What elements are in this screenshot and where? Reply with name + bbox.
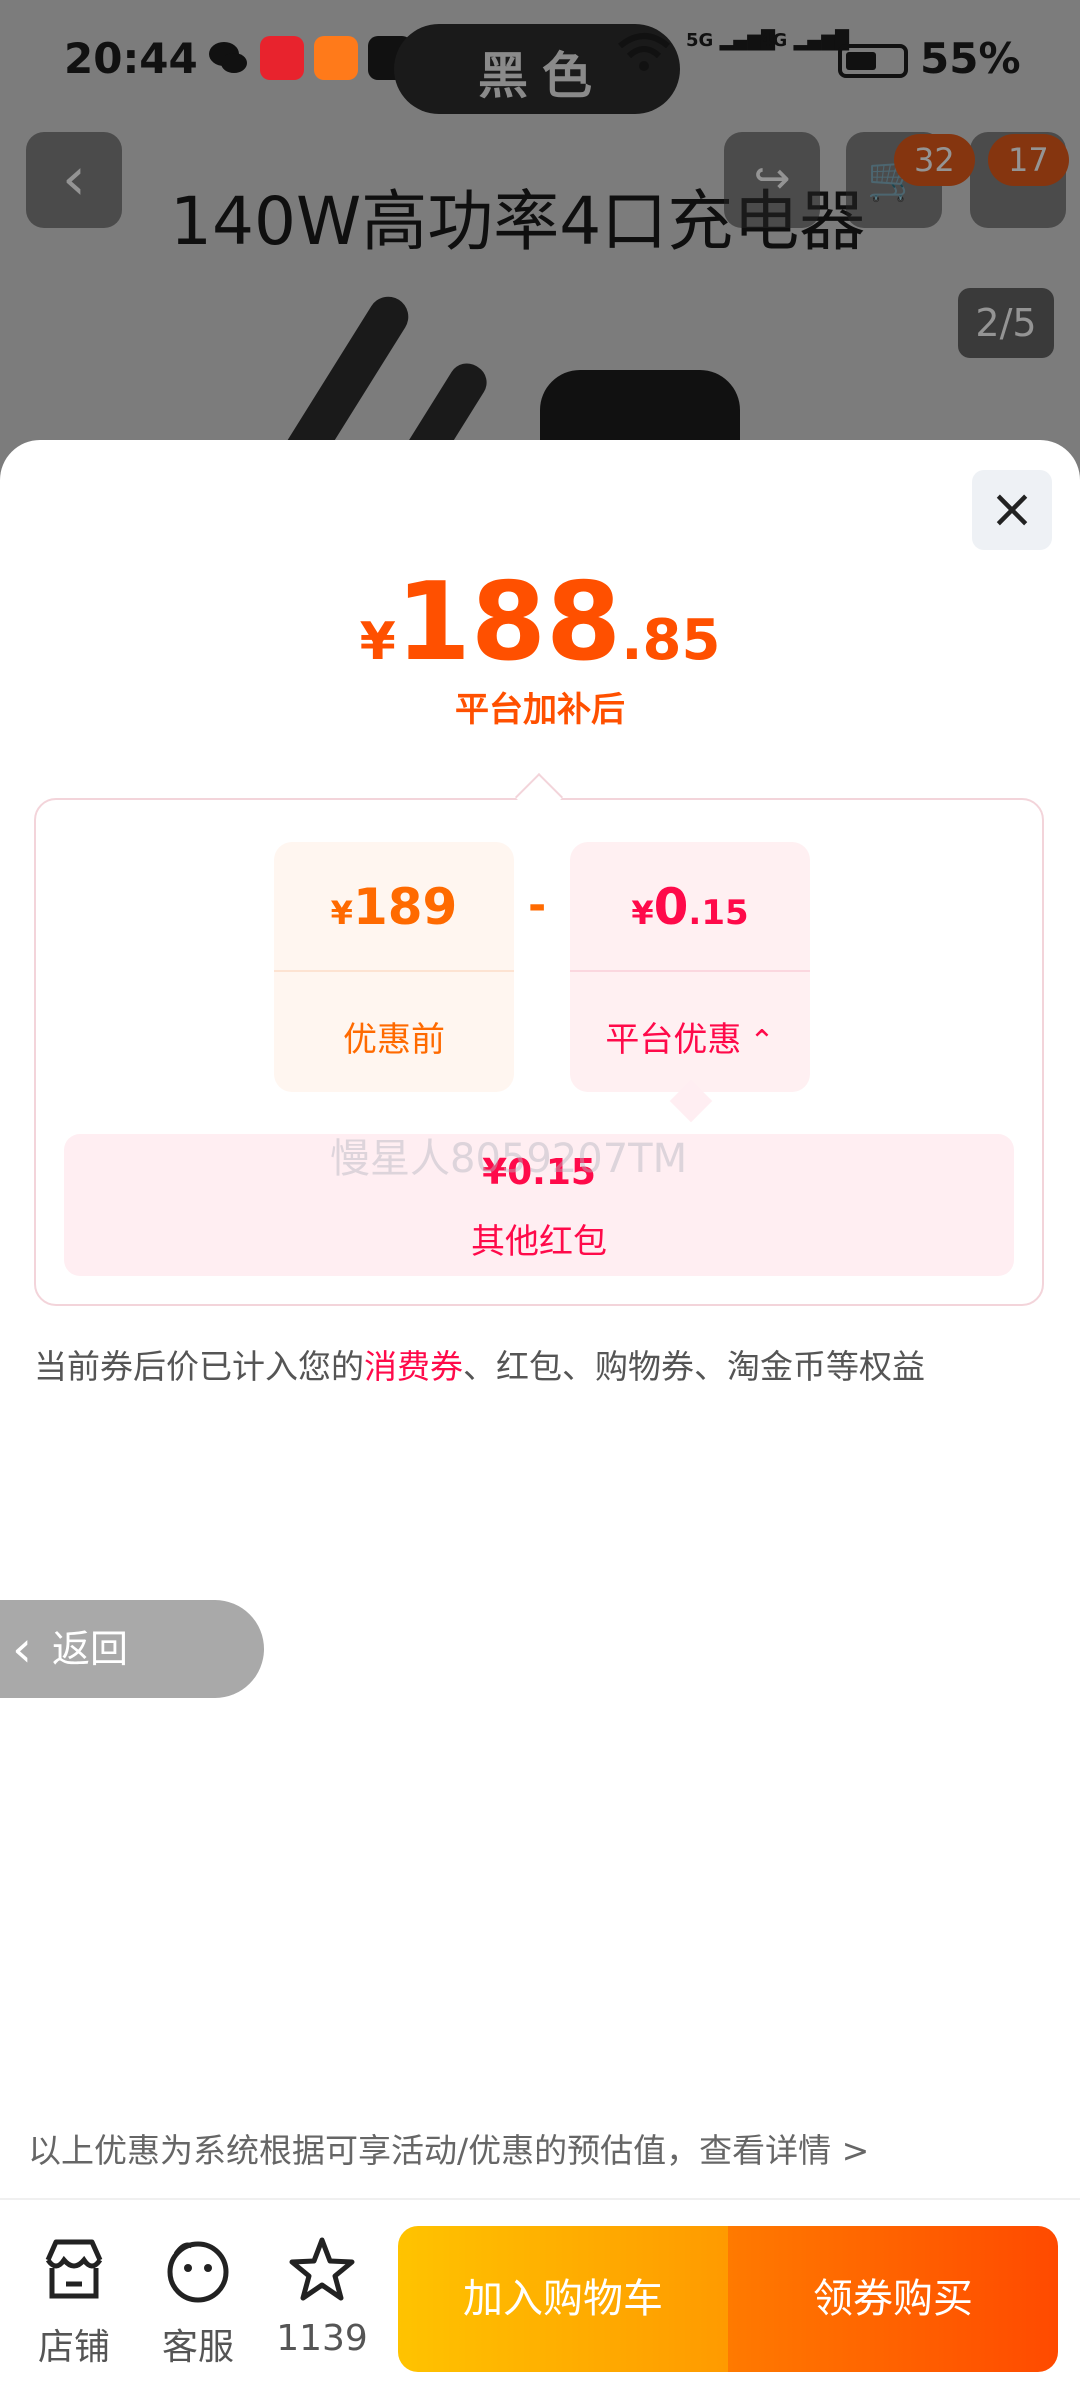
floating-back-button[interactable]: ‹ 返回 bbox=[0, 1600, 264, 1698]
taobao-app-icon bbox=[260, 36, 304, 80]
estimate-disclaimer-link[interactable]: 以上优惠为系统根据可享活动/优惠的预估值，查看详情 > bbox=[28, 2124, 869, 2172]
customer-service-label: 客服 bbox=[161, 2327, 234, 2368]
final-price-label: 平台加补后 bbox=[455, 690, 625, 730]
shop-button[interactable]: 店铺 bbox=[14, 2228, 134, 2368]
signal-4g: 4G ▂▄▆█ bbox=[760, 30, 849, 51]
footer-divider bbox=[0, 2198, 1080, 2200]
platform-discount-decimal: .15 bbox=[688, 893, 749, 933]
wechat-icon bbox=[206, 36, 250, 80]
platform-discount-currency: ¥ bbox=[631, 894, 654, 932]
back-label: 返回 bbox=[52, 1627, 129, 1671]
status-time: 20:44 bbox=[64, 34, 198, 83]
wifi-icon bbox=[616, 30, 672, 79]
user-watermark: 慢星人8059207TM bbox=[330, 1136, 688, 1182]
status-center-text: 黑色 bbox=[478, 47, 606, 105]
shop-icon bbox=[45, 2239, 103, 2299]
platform-discount-card[interactable]: ¥0.15 平台优惠 ⌃ bbox=[570, 842, 810, 1092]
add-to-cart-button[interactable]: 加入购物车 bbox=[398, 2226, 728, 2372]
customer-service-icon bbox=[167, 2241, 229, 2303]
divider bbox=[570, 970, 810, 972]
note-prefix: 当前券后价已计入您的 bbox=[34, 1347, 364, 1386]
chevron-left-icon: ‹ bbox=[12, 1620, 32, 1678]
battery-percent: 55% bbox=[920, 34, 1021, 83]
star-icon bbox=[289, 2237, 355, 2301]
chevron-up-icon: ⌃ bbox=[749, 1024, 775, 1059]
customer-service-button[interactable]: 客服 bbox=[138, 2228, 258, 2368]
pinduoduo-app-icon bbox=[314, 36, 358, 80]
final-price-decimal: .85 bbox=[621, 608, 721, 673]
battery-icon bbox=[838, 44, 908, 78]
platform-discount-integer: 0 bbox=[653, 878, 689, 936]
original-price-currency: ¥ bbox=[330, 894, 353, 932]
final-price: ¥188.85 bbox=[0, 560, 1080, 685]
note-suffix: 、红包、购物券、淘金币等权益 bbox=[463, 1347, 925, 1386]
original-price-card: ¥189 优惠前 bbox=[274, 842, 514, 1092]
network-4g-label: 4G bbox=[760, 30, 788, 51]
close-icon[interactable]: × bbox=[972, 470, 1052, 550]
final-price-integer: 188 bbox=[395, 560, 622, 685]
platform-discount-label: 平台优惠 bbox=[605, 1020, 742, 1060]
note-highlight-link[interactable]: 消费券 bbox=[364, 1347, 463, 1386]
favorite-button[interactable]: 1139 bbox=[262, 2228, 382, 2368]
price-detail-sheet bbox=[0, 440, 1080, 2400]
platform-discount-label-row[interactable]: 平台优惠 ⌃ bbox=[570, 1012, 810, 1061]
favorite-count: 1139 bbox=[276, 2318, 368, 2359]
original-price-label: 优惠前 bbox=[343, 1020, 445, 1060]
status-bar: 20:44 黑色 5G ▂▄▆█ 4G ▂▄▆█ 55% bbox=[0, 0, 1080, 125]
buy-with-coupon-button[interactable]: 领券购买 bbox=[728, 2226, 1058, 2372]
network-5g-label: 5G bbox=[686, 30, 714, 51]
minus-sign: - bbox=[528, 880, 547, 931]
platform-discount-value: ¥0.15 bbox=[570, 878, 810, 936]
final-price-currency: ¥ bbox=[359, 612, 396, 672]
original-price-value: ¥189 bbox=[274, 878, 514, 936]
original-price-integer: 189 bbox=[352, 878, 458, 936]
divider bbox=[274, 970, 514, 972]
shop-label: 店铺 bbox=[37, 2327, 110, 2368]
other-redpacket-label: 其他红包 bbox=[471, 1222, 607, 1262]
benefit-note: 当前券后价已计入您的消费券、红包、购物券、淘金币等权益 bbox=[34, 1340, 925, 1388]
